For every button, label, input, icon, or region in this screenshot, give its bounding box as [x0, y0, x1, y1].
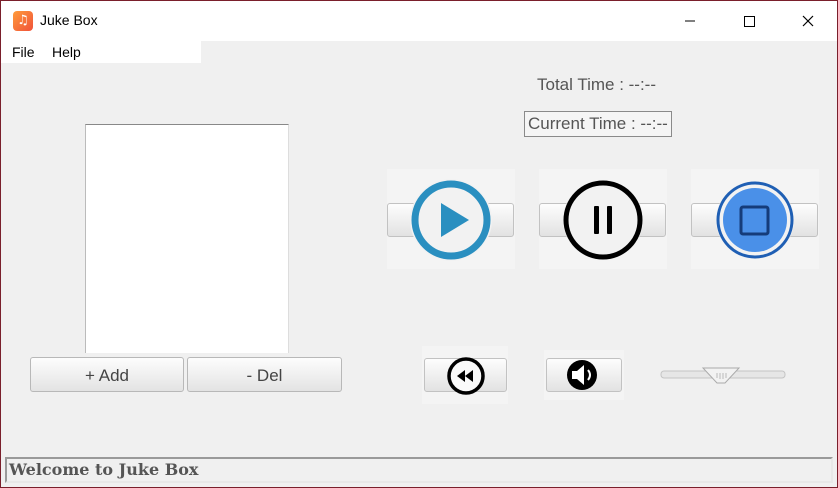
menu-help[interactable]: Help — [52, 44, 81, 60]
app-window: ♫ Juke Box File Help + Add - Del Total T… — [0, 0, 838, 488]
current-time-label: Current Time : --:-- — [524, 111, 672, 137]
volume-slider[interactable] — [659, 365, 787, 385]
status-text: Welcome to Juke Box — [9, 460, 199, 479]
close-icon — [802, 15, 814, 27]
stop-button[interactable] — [691, 169, 819, 269]
add-button[interactable]: + Add — [30, 357, 184, 392]
play-button[interactable] — [387, 169, 515, 269]
pause-button[interactable] — [539, 169, 667, 269]
maximize-icon — [744, 16, 755, 27]
minimize-icon — [685, 20, 695, 22]
pause-icon — [563, 180, 643, 260]
rewind-icon — [447, 357, 485, 395]
close-button[interactable] — [779, 1, 837, 41]
play-icon — [410, 179, 492, 261]
rewind-button[interactable] — [422, 346, 508, 404]
status-bar: Welcome to Juke Box — [5, 457, 833, 483]
maximize-button[interactable] — [720, 1, 778, 41]
title-bar: ♫ Juke Box — [1, 1, 837, 41]
music-note-icon: ♫ — [13, 11, 33, 31]
menu-file[interactable]: File — [12, 44, 35, 60]
total-time-label: Total Time : --:-- — [537, 75, 657, 94]
stop-icon — [716, 181, 794, 259]
playlist-listbox[interactable] — [85, 124, 289, 353]
speaker-icon — [567, 360, 597, 390]
menu-bar: File Help — [1, 41, 201, 63]
window-title: Juke Box — [40, 12, 98, 28]
minimize-button[interactable] — [661, 1, 719, 41]
delete-button[interactable]: - Del — [187, 357, 342, 392]
volume-button[interactable] — [544, 350, 624, 400]
